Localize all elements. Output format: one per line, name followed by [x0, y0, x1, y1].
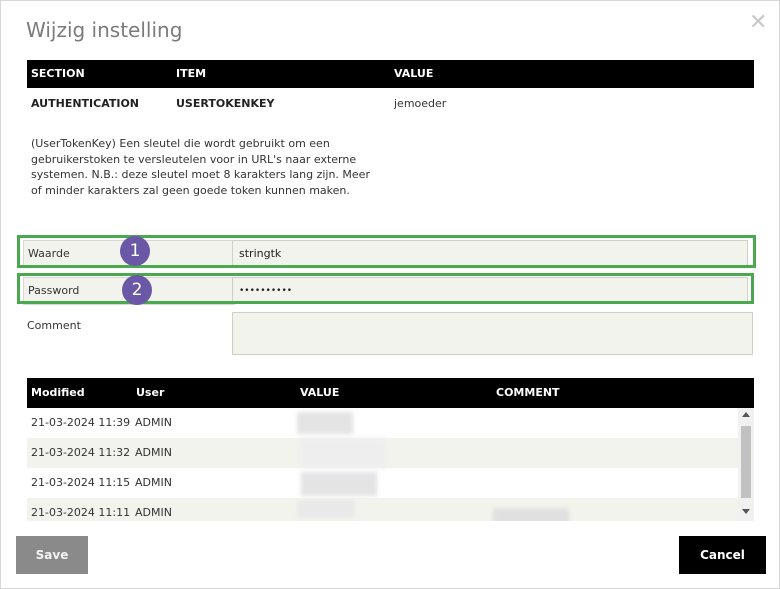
scroll-down-icon[interactable] — [742, 509, 750, 514]
history-table-header: Modified User VALUE COMMENT — [27, 378, 754, 408]
redacted-value — [299, 438, 387, 468]
redacted-value — [301, 472, 377, 496]
cancel-button[interactable]: Cancel — [679, 536, 766, 574]
redacted-value — [297, 500, 355, 518]
history-user: ADMIN — [135, 506, 172, 519]
history-user: ADMIN — [135, 476, 172, 489]
setting-section: AUTHENTICATION — [31, 97, 140, 110]
settings-table-row: AUTHENTICATION USERTOKENKEY jemoeder — [27, 90, 754, 118]
history-scrollbar[interactable] — [738, 408, 754, 521]
scroll-up-icon[interactable] — [742, 412, 750, 417]
close-icon[interactable]: ✕ — [749, 11, 767, 35]
settings-table-header: SECTION ITEM VALUE — [27, 60, 754, 88]
history-modified: 21-03-2024 11:11 — [31, 506, 131, 519]
comment-textarea[interactable] — [232, 312, 753, 355]
column-header-history-value: VALUE — [300, 386, 340, 399]
setting-description: (UserTokenKey) Een sleutel die wordt geb… — [31, 137, 370, 197]
column-header-comment: COMMENT — [496, 386, 560, 399]
comment-label: Comment — [27, 319, 81, 332]
column-header-item: ITEM — [176, 67, 207, 80]
table-row[interactable]: 21-03-2024 11:39 ADMIN — [27, 408, 739, 438]
edit-setting-dialog: Wijzig instelling ✕ SECTION ITEM VALUE A… — [0, 0, 780, 589]
table-row[interactable]: 21-03-2024 11:11 ADMIN — [27, 498, 739, 521]
column-header-modified: Modified — [31, 386, 85, 399]
setting-value: jemoeder — [394, 97, 447, 110]
column-header-section: SECTION — [31, 67, 85, 80]
annotation-badge-1: 1 — [120, 236, 150, 266]
save-button[interactable]: Save — [16, 536, 88, 574]
setting-item: USERTOKENKEY — [176, 97, 275, 110]
annotation-badge-2: 2 — [122, 275, 152, 305]
column-header-user: User — [136, 386, 165, 399]
table-row[interactable]: 21-03-2024 11:15 ADMIN — [27, 468, 739, 498]
history-modified: 21-03-2024 11:39 — [31, 416, 131, 429]
column-header-value: VALUE — [394, 67, 434, 80]
dialog-title: Wijzig instelling — [26, 18, 183, 42]
history-table-body: 21-03-2024 11:39 ADMIN 21-03-2024 11:32 … — [27, 408, 754, 521]
history-user: ADMIN — [135, 416, 172, 429]
history-modified: 21-03-2024 11:32 — [31, 446, 131, 459]
history-modified: 21-03-2024 11:15 — [31, 476, 131, 489]
redacted-comment — [493, 508, 569, 521]
scrollbar-thumb[interactable] — [741, 426, 751, 498]
redacted-value — [297, 412, 353, 434]
history-user: ADMIN — [135, 446, 172, 459]
